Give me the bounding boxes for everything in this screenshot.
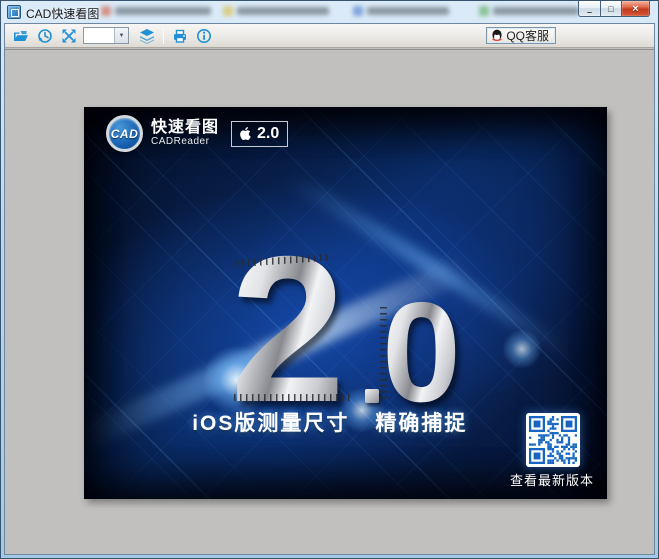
background-window-blur	[101, 6, 211, 16]
recent-files-button[interactable]	[33, 26, 57, 46]
apple-version-badge: 2.0	[231, 121, 288, 147]
printer-icon	[172, 28, 188, 44]
app-window: CAD快速看图 – □ ×	[0, 0, 659, 559]
toolbar: ▼	[5, 24, 654, 48]
qq-penguin-icon	[491, 29, 503, 42]
qr-code-svg	[529, 416, 577, 464]
titlebar[interactable]: CAD快速看图 – □ ×	[1, 1, 658, 23]
splash-logo: CAD 快速看图 CADReader 2.0	[106, 115, 288, 152]
drawing-canvas[interactable]: CAD 快速看图 CADReader 2.0 2	[5, 49, 654, 554]
fit-extents-icon	[61, 28, 77, 44]
qr-caption: 查看最新版本	[503, 470, 601, 489]
splash-promo-image[interactable]: CAD 快速看图 CADReader 2.0 2	[84, 107, 607, 499]
chevron-down-icon[interactable]: ▼	[114, 28, 128, 43]
scale-dropdown[interactable]: ▼	[83, 27, 129, 44]
open-folder-icon	[13, 28, 29, 44]
maximize-button[interactable]: □	[600, 1, 622, 17]
qq-support-button[interactable]: QQ客服	[486, 27, 556, 44]
ruler-ticks	[234, 394, 354, 401]
background-window-blur	[353, 6, 449, 16]
info-icon	[196, 28, 212, 44]
cad-logo-icon: CAD	[106, 115, 143, 152]
splash-tagline: iOS版测量尺寸精确捕捉	[84, 407, 576, 437]
apple-logo-icon	[238, 125, 253, 142]
history-clock-icon	[37, 28, 53, 44]
ruler-ticks	[380, 307, 387, 403]
layers-button[interactable]	[135, 26, 159, 46]
open-file-button[interactable]	[9, 26, 33, 46]
big-version-dot	[365, 389, 379, 403]
apple-badge-version: 2.0	[257, 125, 279, 143]
layers-icon	[139, 28, 155, 44]
app-icon	[7, 5, 21, 19]
background-window-blur	[223, 6, 329, 16]
client-area: ▼	[4, 23, 655, 555]
brand-subname: CADReader	[151, 137, 219, 148]
zoom-fit-button[interactable]	[57, 26, 81, 46]
brand-name: 快速看图	[151, 120, 219, 137]
print-button[interactable]	[168, 26, 192, 46]
aero-glass-background	[1, 1, 658, 23]
qr-code[interactable]	[526, 413, 580, 467]
big-version-digit-2: 2	[230, 249, 346, 411]
close-button[interactable]: ×	[622, 1, 650, 17]
background-window-blur	[479, 6, 579, 16]
about-button[interactable]	[192, 26, 216, 46]
toolbar-separator	[163, 28, 164, 44]
qq-support-label: QQ客服	[506, 27, 549, 44]
big-version-digit-0: 0	[382, 297, 461, 409]
minimize-button[interactable]: –	[578, 1, 600, 17]
window-title: CAD快速看图	[26, 5, 99, 22]
